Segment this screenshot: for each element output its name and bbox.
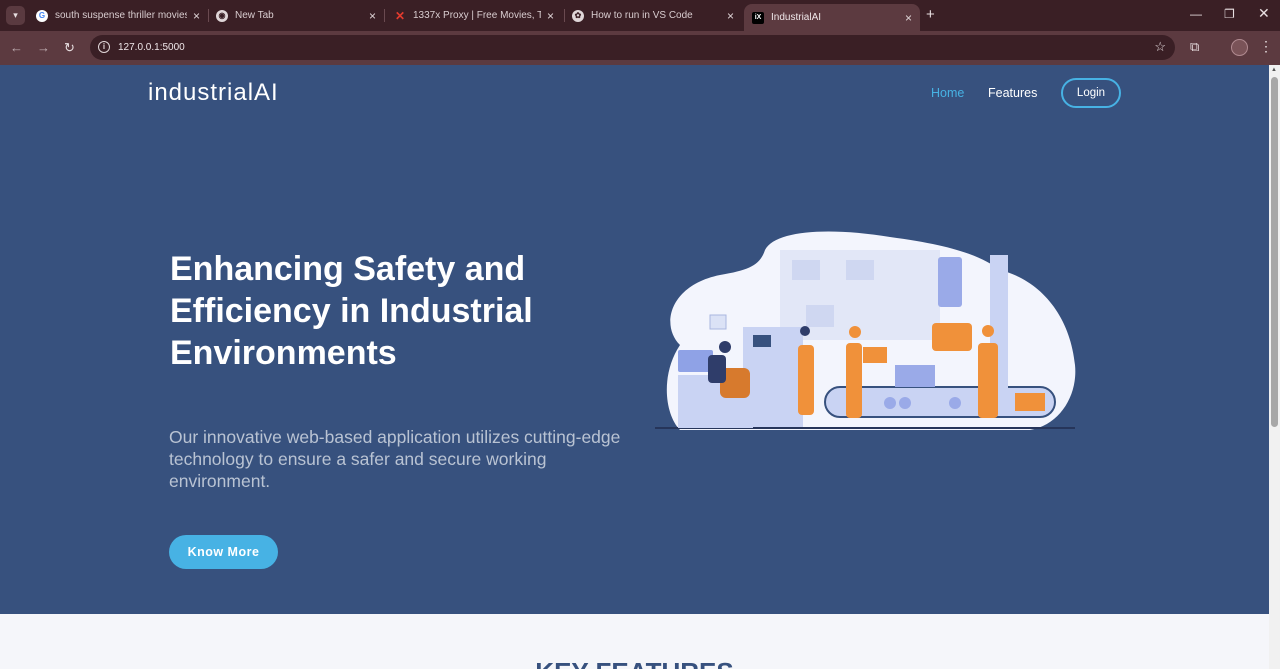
site-logo[interactable]: industrialAI [148,79,279,107]
carried-box [863,347,887,363]
shelf-box [792,260,820,280]
new-tab-button[interactable]: + [926,6,935,23]
key-features-heading: KEY FEATURES [0,657,1269,669]
openai-icon: ✿ [572,9,584,22]
control-screen [753,335,771,347]
robot-gripper-box [932,323,972,351]
worker-box-body [846,343,862,418]
nav-link-home[interactable]: Home [931,86,964,100]
close-icon[interactable]: × [547,9,554,23]
browser-tab[interactable]: G south suspense thriller movies × [28,4,208,27]
google-icon: G [36,9,48,22]
shelf-box [846,260,874,280]
chrome-icon: ◉ [216,9,228,22]
worker-seated-head [719,341,731,353]
hero-section: industrialAI Home Features Login Enhanci… [0,65,1269,614]
tab-separator [384,9,385,22]
reload-icon[interactable]: ↻ [64,40,75,56]
browser-tab-active[interactable]: iX IndustrialAI × [744,4,920,31]
browser-tab[interactable]: ◉ New Tab × [208,4,384,27]
worker-seated-body [708,355,726,383]
crate [1015,393,1045,411]
worker-box-hardhat [849,326,861,338]
close-icon: ✕ [1258,5,1270,21]
gear-icon [949,397,961,409]
back-icon[interactable]: ← [10,40,23,55]
nav-link-features[interactable]: Features [988,86,1037,100]
bookmark-star-icon[interactable]: ☆ [1154,39,1166,55]
site-info-icon[interactable]: i [98,41,110,53]
plus-icon: + [926,6,935,23]
worker-panel-head [800,326,810,336]
close-window-button[interactable]: ✕ [1258,5,1270,22]
worker-right-body [978,343,998,418]
login-button[interactable]: Login [1061,78,1121,108]
close-icon[interactable]: × [905,11,912,25]
industrialai-favicon-icon: iX [752,11,764,24]
url-text: 127.0.0.1:5000 [118,42,185,53]
control-panel [743,327,803,427]
close-icon[interactable]: × [193,9,200,23]
hero-headline: Enhancing Safety and Efficiency in Indus… [170,250,533,372]
browser-tab[interactable]: ✿ How to run in VS Code × [564,4,742,27]
scroll-thumb[interactable] [1271,77,1278,427]
factory-illustration [655,231,1076,430]
close-icon[interactable]: × [369,9,376,23]
gear-icon [899,397,911,409]
restore-icon: ❐ [1224,7,1235,21]
robot-arm [938,257,962,307]
worker-panel-body [798,345,814,415]
profile-avatar[interactable] [1231,39,1248,56]
know-more-button[interactable]: Know More [169,535,278,569]
worker-right-hardhat [982,325,994,337]
scroll-up-icon[interactable]: ▲ [1271,67,1277,73]
x-logo-icon: ✕ [394,8,406,23]
address-bar[interactable]: i 127.0.0.1:5000 ☆ [90,35,1175,60]
hero-subtext: Our innovative web-based application uti… [169,427,621,491]
wall-frame [709,314,727,330]
extensions-icon[interactable]: ⧉ [1190,39,1199,55]
chevron-down-icon: ▾ [13,10,18,20]
tab-search-button[interactable]: ▾ [6,6,25,25]
forward-icon[interactable]: → [37,40,50,55]
conveyor-package [895,365,935,387]
menu-dots-icon[interactable]: ⋮ [1259,38,1273,55]
minimize-icon: — [1190,7,1202,21]
minimize-button[interactable]: — [1190,7,1202,21]
browser-tab[interactable]: ✕ 1337x Proxy | Free Movies, TV S × [386,4,562,27]
shelf-box [806,305,834,327]
close-icon[interactable]: × [727,9,734,23]
page-scrollbar[interactable]: ▲ [1269,65,1280,669]
restore-button[interactable]: ❐ [1224,7,1235,21]
monitor [678,350,713,372]
gear-icon [884,397,896,409]
browser-tab-bar: ▾ G south suspense thriller movies × ◉ N… [0,0,1280,31]
page-viewport: industrialAI Home Features Login Enhanci… [0,65,1269,669]
browser-toolbar: ← → ↻ i 127.0.0.1:5000 ☆ ⧉ ⋮ [0,31,1280,65]
